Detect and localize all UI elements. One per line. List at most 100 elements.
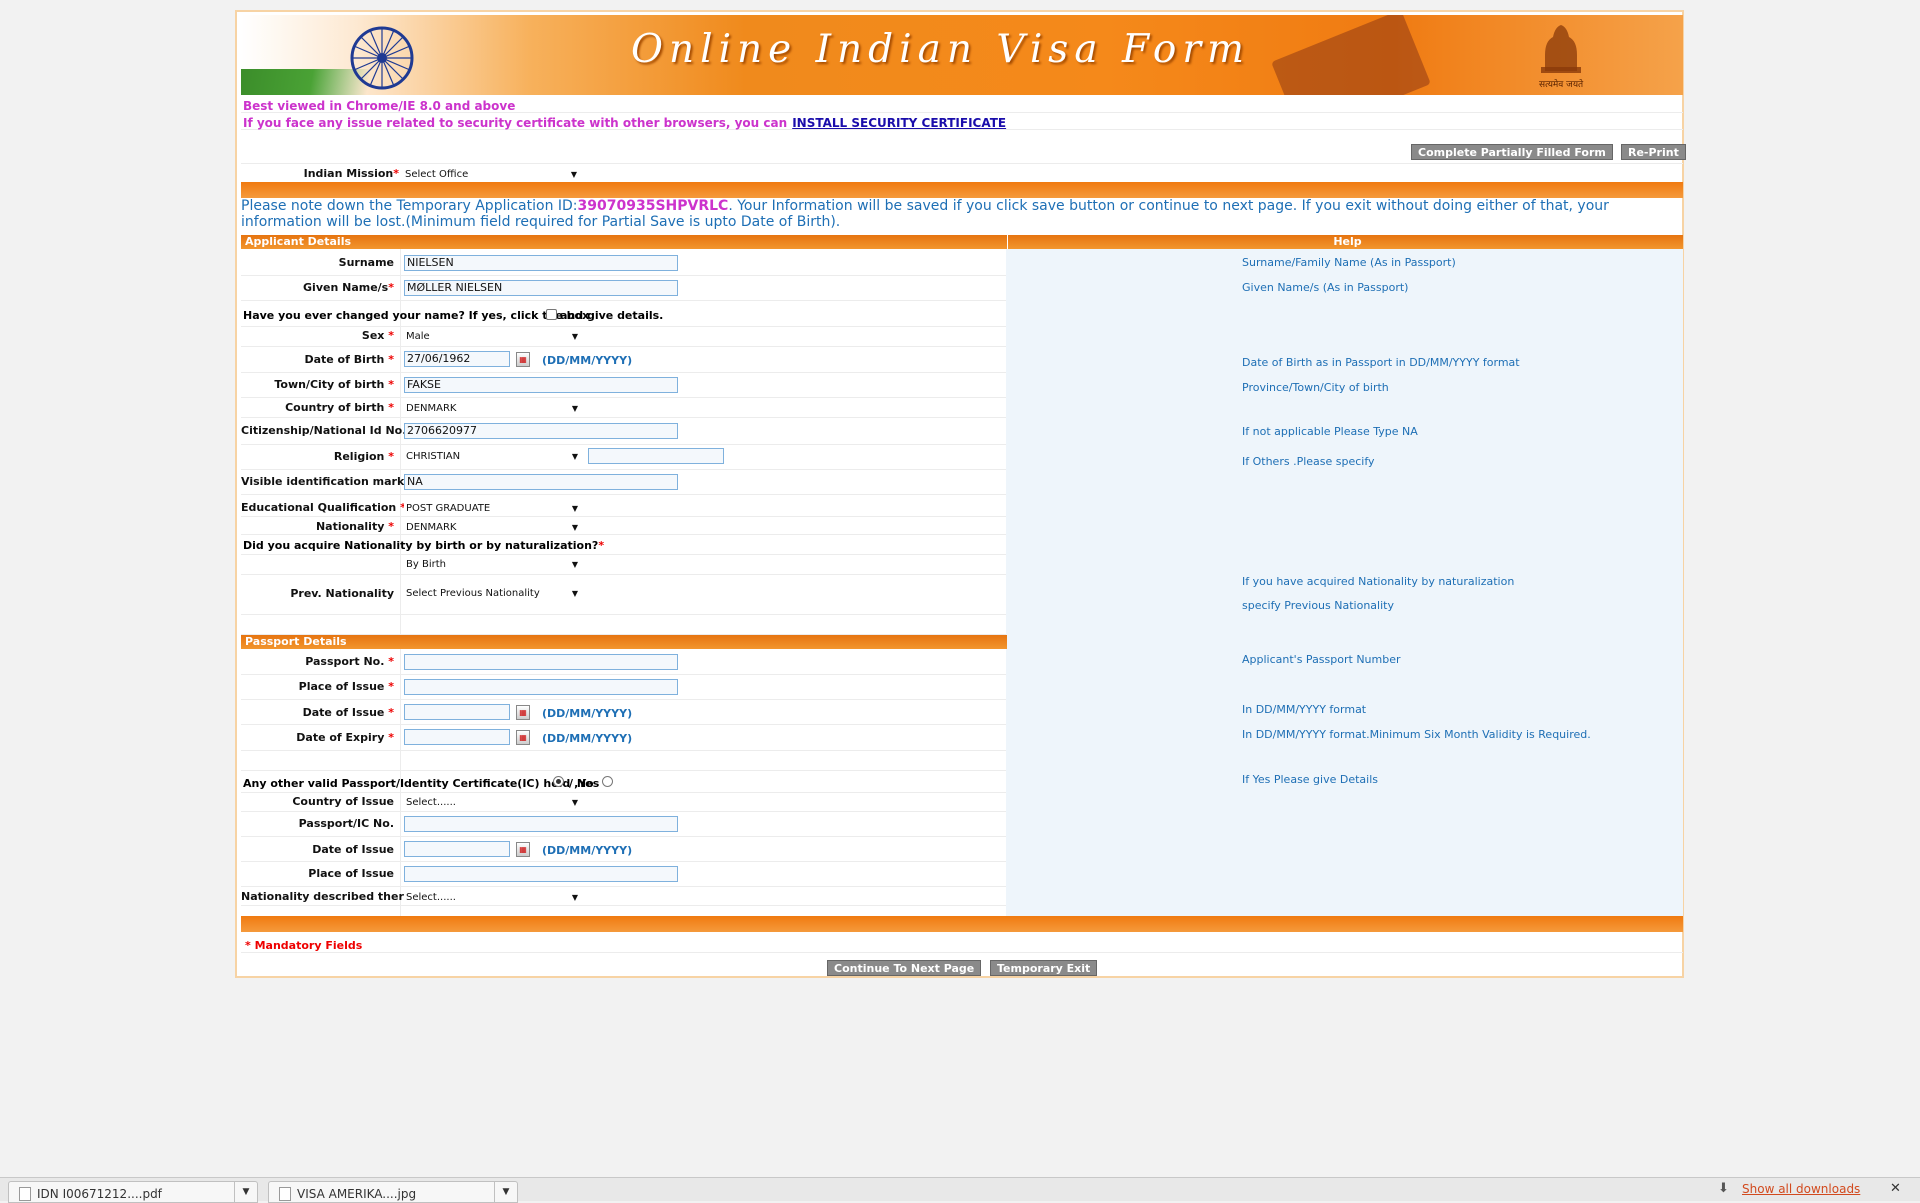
chevron-down-icon: ▼ [571,798,578,807]
dob-input[interactable]: 27/06/1962 [404,351,510,367]
chevron-down-icon[interactable]: ▼ [494,1182,517,1202]
passport-details-header: Passport Details [241,635,1007,649]
other-number-label: Passport/IC No. [298,817,394,830]
top-buttons-row: Complete Partially Filled Form Re-Print [241,130,1686,164]
orange-divider-top [241,182,1683,198]
mission-row: Indian Mission* Select Office ▼ [241,164,1683,184]
town-input[interactable]: FAKSE [404,377,678,393]
prev-nationality-label: Prev. Nationality [290,587,394,600]
other-passport-yes-radio[interactable] [553,776,564,787]
prev-nationality-select[interactable]: Select Previous Nationality ▼ [404,587,580,600]
education-select[interactable]: POST GRADUATE ▼ [404,502,580,515]
chevron-down-icon: ▼ [571,523,578,532]
chevron-down-icon: ▼ [571,452,578,461]
nationality-label: Nationality [315,520,385,533]
issue-date-format: (DD/MM/YYYY) [542,707,633,720]
orange-divider-bottom [241,916,1683,932]
temp-note-prefix: Please note down the Temporary Applicati… [241,198,578,214]
chevron-down-icon: ▼ [571,404,578,413]
mission-select[interactable]: Select Office ▼ [403,168,579,181]
marks-row: Visible identification marks NA [241,470,1006,495]
other-passport-no-label: / No [569,777,594,790]
complete-partial-form-button[interactable]: Complete Partially Filled Form [1411,144,1613,160]
religion-value: CHRISTIAN [406,451,461,462]
reprint-button[interactable]: Re-Print [1621,144,1686,160]
chevron-down-icon[interactable]: ▼ [234,1182,257,1202]
sex-select[interactable]: Male ▼ [404,330,580,343]
mandatory-fields-note: * Mandatory Fields [245,939,363,952]
other-date-format: (DD/MM/YYYY) [542,844,633,857]
prev-nationality-help-1: If you have acquired Nationality by natu… [1242,575,1515,588]
passport-number-input[interactable] [404,654,678,670]
other-nationality-select[interactable]: Select...... ▼ [404,891,580,904]
show-all-downloads-link[interactable]: Show all downloads [1742,1182,1860,1196]
surname-label: Surname [338,256,394,269]
issue-date-help: In DD/MM/YYYY format [1242,703,1367,716]
continue-next-page-button[interactable]: Continue To Next Page [827,960,982,976]
surname-row: Surname NIELSEN [241,251,1006,276]
religion-other-input[interactable] [588,448,724,464]
other-nationality-row: Nationality described therein Select....… [241,887,1006,906]
given-name-label: Given Name/s [303,281,389,294]
religion-help: If Others .Please specify [1242,455,1375,468]
passport-number-help: Applicant's Passport Number [1242,653,1401,666]
religion-label: Religion [333,450,385,463]
expiry-date-label: Date of Expiry [296,731,385,744]
other-country-label: Country of Issue [292,795,394,808]
religion-select[interactable]: CHRISTIAN ▼ [404,450,580,463]
other-number-input[interactable] [404,816,678,832]
prev-nationality-help-2: specify Previous Nationality [1242,599,1394,612]
emblem-motto: सत्यमेव जयते [1539,80,1584,90]
marks-input[interactable]: NA [404,474,678,490]
other-nationality-label: Nationality described therein [241,890,423,903]
place-issue-label: Place of Issue [298,680,385,693]
surname-input[interactable]: NIELSEN [404,255,678,271]
download-arrow-icon: ⬇ [1718,1181,1729,1196]
education-value: POST GRADUATE [406,503,491,514]
place-issue-input[interactable] [404,679,678,695]
sex-row: Sex * Male ▼ [241,327,1006,347]
image-file-icon [279,1187,291,1201]
citizenship-label: Citizenship/National Id No. [241,424,407,437]
calendar-icon[interactable]: ▦ [516,705,530,720]
close-icon[interactable]: ✕ [1890,1181,1901,1196]
country-birth-select[interactable]: DENMARK ▼ [404,402,580,415]
temporary-application-id: 39070935SHPVRLC [577,198,729,214]
other-country-select[interactable]: Select...... ▼ [404,796,580,809]
passport-spacer-row [241,751,1006,771]
other-date-input[interactable] [404,841,510,857]
issue-date-input[interactable] [404,704,510,720]
calendar-icon[interactable]: ▦ [516,730,530,745]
chevron-down-icon: ▼ [570,170,577,179]
passport-number-label: Passport No. [305,655,385,668]
install-certificate-link[interactable]: INSTALL SECURITY CERTIFICATE [792,116,1006,130]
other-passport-help: If Yes Please give Details [1242,773,1379,786]
other-place-input[interactable] [404,866,678,882]
issue-date-row: Date of Issue * ▦ (DD/MM/YYYY) [241,700,1006,725]
passport-number-row: Passport No. * [241,650,1006,675]
chevron-down-icon: ▼ [571,332,578,341]
temporary-exit-button[interactable]: Temporary Exit [990,960,1098,976]
calendar-icon[interactable]: ▦ [516,352,530,367]
expiry-date-help: In DD/MM/YYYY format.Minimum Six Month V… [1242,728,1591,741]
browser-notice-row: Best viewed in Chrome/IE 8.0 and above [241,96,1683,113]
place-issue-row: Place of Issue * [241,675,1006,700]
other-nationality-value: Select...... [406,892,456,903]
changed-name-checkbox[interactable] [546,309,557,320]
other-date-row: Date of Issue ▦ (DD/MM/YYYY) [241,837,1006,862]
nationality-select[interactable]: DENMARK ▼ [404,521,580,534]
calendar-icon[interactable]: ▦ [516,842,530,857]
given-name-input[interactable]: MØLLER NIELSEN [404,280,678,296]
chevron-down-icon: ▼ [571,589,578,598]
acquire-select[interactable]: By Birth ▼ [404,558,580,571]
other-passport-no-radio[interactable] [602,776,613,787]
header-banner: Online Indian Visa Form सत्यमेव जयते [241,15,1683,95]
download-name: IDN I00671212....pdf [37,1187,162,1201]
country-birth-label: Country of birth [285,401,385,414]
expiry-date-input[interactable] [404,729,510,745]
cert-notice-row: If you face any issue related to securit… [241,113,1683,130]
acquire-question-row: Did you acquire Nationality by birth or … [241,535,1006,555]
citizenship-input[interactable]: 2706620977 [404,423,678,439]
chevron-down-icon: ▼ [571,560,578,569]
changed-name-row: Have you ever changed your name? If yes,… [241,301,1006,327]
